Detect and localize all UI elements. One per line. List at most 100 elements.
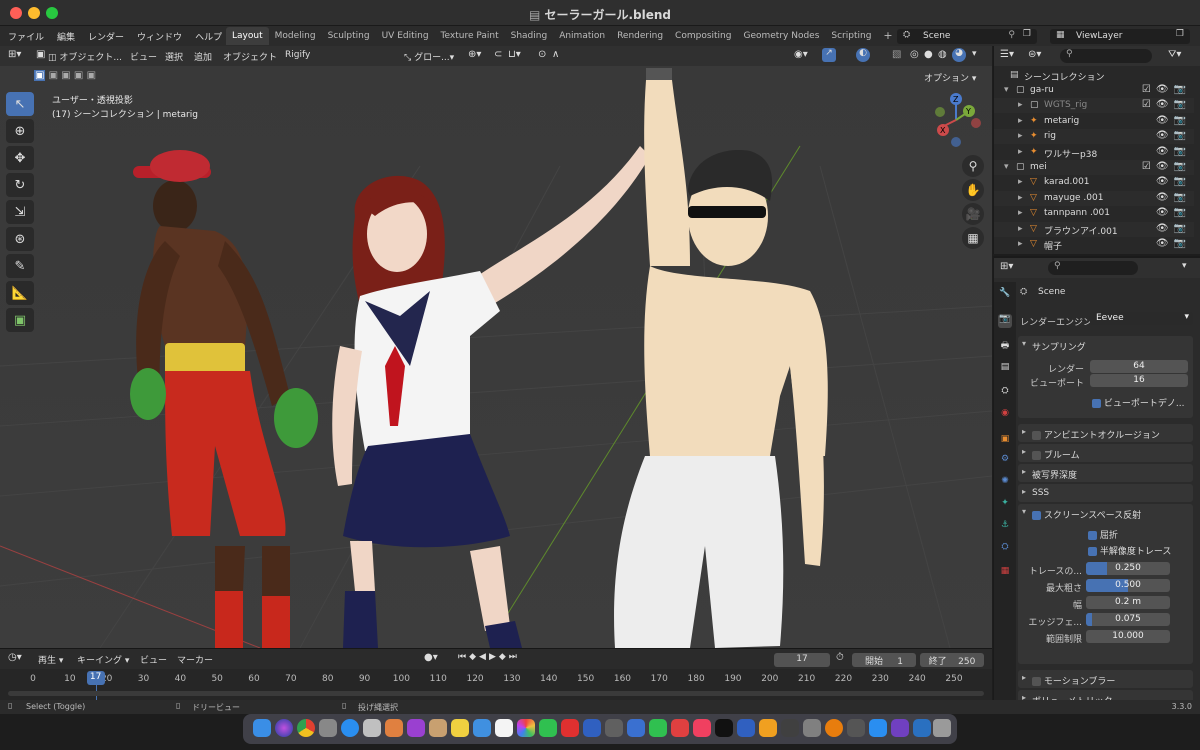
navigation-gizmo[interactable]: Z Y X (926, 90, 986, 150)
calendar-icon[interactable] (495, 719, 513, 737)
stopwatch-icon[interactable]: ⏱ (836, 652, 844, 663)
gizmo-icon[interactable]: ↗ (822, 48, 836, 62)
eye-icon[interactable]: 👁 (1156, 130, 1169, 141)
app-icon-12[interactable] (891, 719, 909, 737)
music-icon[interactable] (693, 719, 711, 737)
pan-hand-icon[interactable]: ✋ (962, 179, 984, 201)
outliner-row[interactable]: ▸ ▢ WGTS_rig ☑ 👁 📷 (994, 98, 1194, 114)
tab-sculpting[interactable]: Sculpting (322, 27, 376, 45)
camera-icon[interactable]: 📷 (1174, 146, 1186, 157)
ssr-field-slider[interactable]: 0.500 (1086, 579, 1170, 592)
render-engine-dropdown[interactable]: Eevee ▾ (1090, 312, 1193, 325)
eye-icon[interactable]: 👁 (1156, 146, 1169, 157)
shading-options-icon[interactable]: ▾ (972, 49, 977, 59)
include-checkbox-icon[interactable]: ☑ (1142, 99, 1151, 110)
select-tool-icon[interactable]: ↖ (6, 92, 34, 116)
mail-icon[interactable] (473, 719, 491, 737)
proportional-edit-icon[interactable]: ⊙ (538, 49, 546, 60)
prev-keyframe-icon[interactable]: ◆ (469, 652, 479, 662)
motion-blur-panel[interactable]: ▸ モーションブラー (1018, 670, 1193, 688)
finder-icon[interactable] (253, 719, 271, 737)
eye-icon[interactable]: 👁 (1156, 99, 1169, 110)
display-mode-icon[interactable]: ⊜▾ (1028, 49, 1041, 60)
cursor-tool-icon[interactable]: ⊕ (6, 119, 34, 143)
eye-icon[interactable]: 👁 (1156, 115, 1169, 126)
apple-tv-icon[interactable] (715, 719, 733, 737)
app-icon-11[interactable] (847, 719, 865, 737)
outliner-search-field[interactable]: ⚲ (1060, 49, 1152, 63)
launchpad-icon[interactable] (363, 719, 381, 737)
select-intersect-icon[interactable]: ▣ (87, 70, 96, 81)
zoom-icon[interactable]: ⚲ (962, 155, 984, 177)
viewport-menu-rigify[interactable]: Rigify (285, 50, 310, 60)
shading-material-icon[interactable]: ◍ (938, 49, 947, 60)
3d-viewport[interactable]: ユーザー・透視投影 (17) シーンコレクション | metarig オプション… (0, 66, 992, 648)
copy-layer-icon[interactable]: ❐ (1176, 29, 1184, 39)
eye-icon[interactable]: 👁 (1156, 238, 1169, 249)
tab-uv-editing[interactable]: UV Editing (376, 27, 435, 45)
sss-panel[interactable]: ▸ SSS (1018, 484, 1193, 502)
outliner-editor-icon[interactable]: ☰▾ (1000, 49, 1014, 60)
snap-target-icon[interactable]: ⊔▾ (508, 49, 521, 60)
shading-solid-icon[interactable]: ● (924, 49, 933, 60)
ambient-occlusion-panel[interactable]: ▸ アンビエントオクルージョン (1018, 424, 1193, 442)
half-res-checkbox[interactable]: 半解像度トレース (1088, 544, 1171, 557)
expand-chevron-icon[interactable]: ▸ (1018, 147, 1023, 157)
app-icon-8[interactable] (737, 719, 755, 737)
tab-animation[interactable]: Animation (553, 27, 611, 45)
app-icon-3[interactable] (561, 719, 579, 737)
eye-icon[interactable]: 👁 (1156, 207, 1169, 218)
select-new-icon[interactable]: ▣ (34, 70, 46, 81)
pin-icon[interactable]: ⚲ (1008, 30, 1015, 40)
blender-dock-icon[interactable] (825, 719, 843, 737)
outliner-row[interactable]: ▸ ▽ tannpann .001 👁 📷 (994, 206, 1194, 221)
expand-chevron-icon[interactable]: ▸ (1018, 239, 1023, 249)
select-invert-icon[interactable]: ▣ (74, 70, 83, 81)
expand-chevron-icon[interactable]: ▾ (1004, 85, 1009, 95)
view-layer-selector[interactable]: ▦ ViewLayer ❐ (1050, 29, 1190, 44)
camera-view-icon[interactable]: 🎥 (962, 203, 984, 225)
ortho-grid-icon[interactable]: ▦ (962, 227, 984, 249)
shading-wireframe-icon[interactable]: ◎ (910, 49, 919, 60)
app-icon-4[interactable] (583, 719, 601, 737)
camera-icon[interactable]: 📷 (1174, 161, 1186, 172)
filter-icon[interactable]: ⛛▾ (1168, 49, 1181, 60)
output-tab-icon[interactable]: 🖶 (998, 338, 1012, 352)
camera-icon[interactable]: 📷 (1174, 115, 1186, 126)
photos-icon[interactable] (517, 719, 535, 737)
properties-editor-icon[interactable]: ⊞▾ (1000, 261, 1013, 272)
menu-edit[interactable]: 編集 (57, 30, 75, 43)
eye-icon[interactable]: 👁 (1156, 192, 1169, 203)
select-box-modes[interactable]: ▣ ▣ ▣ ▣ ▣ (34, 70, 96, 81)
camera-icon[interactable]: 📷 (1174, 207, 1186, 218)
include-checkbox-icon[interactable]: ☑ (1142, 84, 1151, 95)
camera-icon[interactable]: 📷 (1174, 130, 1186, 141)
app-store-icon[interactable] (869, 719, 887, 737)
viewport-samples-field[interactable]: 16 (1090, 374, 1188, 387)
menu-window[interactable]: ウィンドウ (137, 30, 182, 43)
ssr-field-slider[interactable]: 10.000 (1086, 630, 1170, 643)
snap-icon[interactable]: ⊂ (494, 49, 502, 60)
scene-tab-icon[interactable]: ⛭ (998, 386, 1012, 400)
timeline-view-menu[interactable]: ビュー (140, 653, 167, 666)
scene-selector[interactable]: ⛭ Scene ⚲ ❐ (897, 29, 1037, 44)
particles-tab-icon[interactable]: ✺ (998, 476, 1012, 490)
contacts-icon[interactable] (429, 719, 447, 737)
messages-icon[interactable] (649, 719, 667, 737)
render-tab-icon[interactable]: 📷 (998, 314, 1012, 328)
refraction-checkbox[interactable]: 屈折 (1088, 528, 1118, 541)
eye-icon[interactable]: 👁 (1156, 84, 1169, 95)
scale-tool-icon[interactable]: ⇲ (6, 200, 34, 224)
tab-modeling[interactable]: Modeling (269, 27, 322, 45)
bloom-checkbox[interactable] (1032, 451, 1041, 460)
tab-layout[interactable]: Layout (226, 27, 269, 45)
ssr-field-slider[interactable]: 0.2 m (1086, 596, 1170, 609)
falloff-icon[interactable]: ∧ (552, 49, 559, 60)
ssr-panel[interactable]: ▾ スクリーンスペース反射 屈折 半解像度トレース トレースの... 0.250 最… (1018, 504, 1193, 664)
frame-ruler[interactable]: 0 10 20 30 40 50 60 70 80 90 100 110 120 130 140 150 160… (0, 669, 992, 689)
app-icon-10[interactable] (781, 719, 799, 737)
siri-icon[interactable] (275, 719, 293, 737)
xray-icon[interactable]: ▧ (892, 49, 901, 60)
outliner-row[interactable]: ▾ ▢ ga-ru ☑ 👁 📷 (994, 83, 1194, 98)
system-settings-icon[interactable] (803, 719, 821, 737)
